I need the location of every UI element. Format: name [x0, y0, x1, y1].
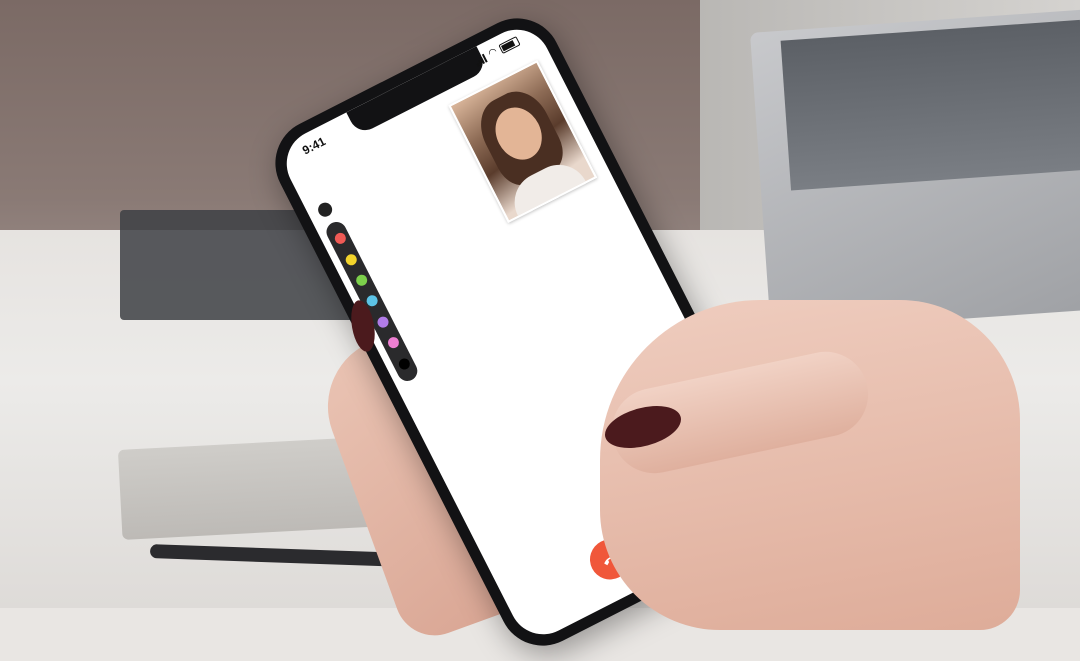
color-swatch[interactable]	[375, 314, 390, 330]
color-swatch[interactable]	[353, 273, 369, 288]
remote-video-preview[interactable]	[448, 60, 598, 224]
laptop-screen	[780, 19, 1080, 191]
color-swatch[interactable]	[343, 252, 359, 268]
status-icons: ◠	[474, 36, 521, 67]
wifi-icon: ◠	[486, 46, 500, 60]
status-time: 9:41	[300, 134, 328, 158]
color-swatch[interactable]	[332, 231, 348, 247]
drawing-tool-toggle[interactable]	[315, 200, 335, 220]
color-swatch[interactable]	[385, 335, 401, 351]
laptop	[749, 7, 1080, 333]
color-swatch-black[interactable]	[396, 356, 412, 372]
battery-icon	[498, 36, 521, 55]
